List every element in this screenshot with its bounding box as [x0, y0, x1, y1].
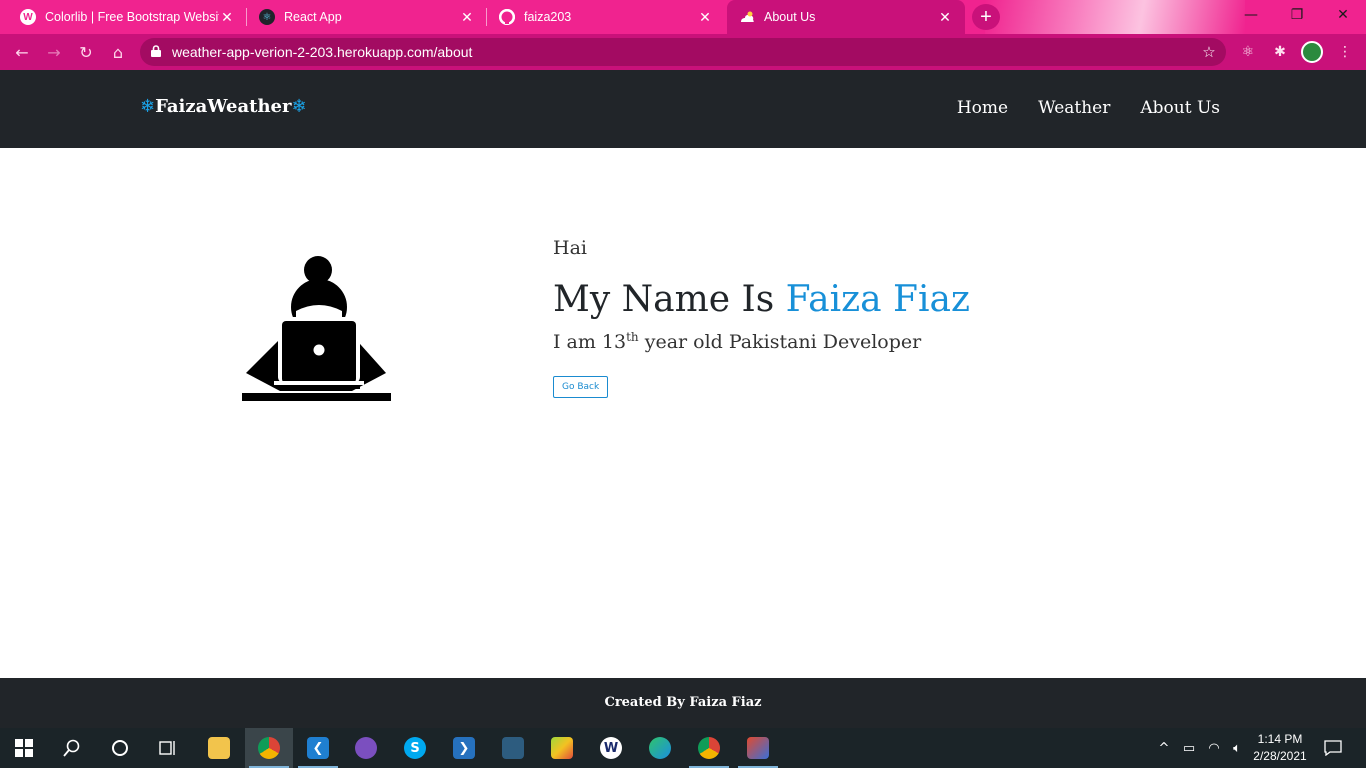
theme-decoration	[985, 0, 1245, 34]
wordpress-icon: W	[20, 9, 36, 25]
browser-toolbar: ← → ↻ ⌂ weather-app-verion-2-203.herokua…	[0, 34, 1366, 70]
powershell-icon: ❯	[453, 737, 475, 759]
volume-icon[interactable]: 🔈︎	[1226, 728, 1248, 768]
go-back-button[interactable]: Go Back	[553, 376, 609, 398]
taskbar-vscode[interactable]: ❮	[294, 728, 342, 768]
taskbar-app-w[interactable]: W	[587, 728, 635, 768]
taskbar-edge[interactable]	[636, 728, 684, 768]
greeting-text: Hai	[553, 237, 587, 259]
developer-illustration	[240, 255, 392, 403]
browser-tab-strip: W Colorlib | Free Bootstrap Website ✕ ⚛ …	[0, 0, 1366, 34]
nav-weather-link[interactable]: Weather	[1038, 98, 1110, 118]
taskbar-github-desktop[interactable]	[342, 728, 390, 768]
bio-ordinal: th	[626, 330, 639, 344]
restore-button[interactable]: ❐	[1274, 0, 1320, 30]
tab-title: faiza203	[524, 10, 572, 24]
app-w-icon: W	[600, 737, 622, 759]
show-hidden-icons-button[interactable]: ^	[1154, 728, 1174, 768]
site-footer: Created By Faiza Fiaz	[0, 678, 1366, 728]
paint-icon	[747, 737, 769, 759]
bio-text: I am 13th year old Pakistani Developer	[553, 328, 1113, 356]
task-view-icon	[159, 741, 175, 755]
brand-name: FaizaWeather	[155, 96, 292, 117]
tab-title: About Us	[764, 10, 816, 24]
close-icon[interactable]: ✕	[459, 9, 475, 26]
cortana-button[interactable]	[96, 728, 144, 768]
edge-icon	[649, 737, 671, 759]
lock-icon[interactable]	[140, 44, 172, 60]
wifi-icon[interactable]: ◠	[1202, 728, 1226, 768]
react-icon: ⚛	[259, 9, 275, 25]
action-center-button[interactable]	[1318, 728, 1348, 768]
back-button[interactable]: ←	[10, 41, 34, 63]
taskbar-skype[interactable]: S	[391, 728, 439, 768]
close-icon[interactable]: ✕	[697, 9, 713, 26]
clock-time: 1:14 PM	[1257, 732, 1303, 746]
menu-dots-icon[interactable]: ⋮	[1334, 42, 1356, 62]
minimize-button[interactable]: —	[1228, 0, 1274, 30]
site-brand[interactable]: ❄ FaizaWeather ❄	[140, 96, 307, 117]
notification-icon	[1324, 740, 1342, 756]
site-menu: Home Weather About Us	[957, 98, 1220, 118]
github-icon	[499, 9, 515, 25]
url-text[interactable]: weather-app-verion-2-203.herokuapp.com/a…	[172, 44, 1192, 60]
mysql-workbench-icon	[502, 737, 524, 759]
site-navbar: ❄ FaizaWeather ❄ Home Weather About Us	[0, 70, 1366, 148]
windows-logo-icon	[15, 739, 33, 757]
home-button[interactable]: ⌂	[106, 41, 130, 63]
bluestacks-icon	[551, 737, 573, 759]
cortana-icon	[112, 740, 128, 756]
taskbar-powershell[interactable]: ❯	[440, 728, 488, 768]
tab-about-us[interactable]: About Us ✕	[727, 0, 965, 34]
file-explorer-icon	[208, 737, 230, 759]
close-icon[interactable]: ✕	[937, 9, 953, 26]
chrome-icon	[258, 737, 280, 759]
taskbar-file-explorer[interactable]	[195, 728, 243, 768]
clock-date: 2/28/2021	[1253, 749, 1307, 763]
about-section: Hai My Name Is Faiza Fiaz I am 13th year…	[553, 236, 1113, 398]
nav-about-link[interactable]: About Us	[1140, 98, 1220, 118]
battery-icon[interactable]: ▭	[1178, 728, 1200, 768]
taskbar-chrome-active[interactable]	[245, 728, 293, 768]
taskbar-paint[interactable]	[734, 728, 782, 768]
tab-title: React App	[284, 10, 342, 24]
github-desktop-icon	[355, 737, 377, 759]
bookmark-star-icon[interactable]: ☆	[1192, 43, 1226, 61]
address-bar[interactable]: weather-app-verion-2-203.herokuapp.com/a…	[140, 38, 1226, 66]
skype-icon: S	[404, 737, 426, 759]
react-devtools-icon[interactable]: ⚛	[1237, 42, 1259, 62]
reload-button[interactable]: ↻	[74, 41, 98, 63]
snowflake-icon: ❄	[291, 96, 307, 117]
system-clock[interactable]: 1:14 PM 2/28/2021	[1248, 731, 1312, 765]
taskbar-bluestacks[interactable]	[538, 728, 586, 768]
bio-suffix: year old Pakistani Developer	[638, 331, 922, 353]
close-window-button[interactable]: ✕	[1320, 0, 1366, 30]
taskbar-chrome[interactable]	[685, 728, 733, 768]
tab-colorlib[interactable]: W Colorlib | Free Bootstrap Website ✕	[8, 0, 247, 34]
forward-button[interactable]: →	[42, 41, 66, 63]
vscode-icon: ❮	[307, 737, 329, 759]
profile-avatar[interactable]	[1301, 41, 1323, 63]
new-tab-button[interactable]: +	[972, 4, 1000, 30]
windows-taskbar: ❮ S ❯ W ^ ▭ ◠ 🔈︎ 1:14 PM 2/28/2021	[0, 728, 1366, 768]
title-prefix: My Name Is	[553, 279, 786, 320]
tab-react-app[interactable]: ⚛ React App ✕	[247, 0, 487, 34]
search-icon	[63, 739, 80, 757]
nav-home-link[interactable]: Home	[957, 98, 1008, 118]
start-button[interactable]	[0, 728, 48, 768]
footer-text: Created By Faiza Fiaz	[604, 695, 762, 710]
search-button[interactable]	[48, 728, 96, 768]
extensions-puzzle-icon[interactable]: ✱	[1269, 42, 1291, 62]
task-view-button[interactable]	[144, 728, 192, 768]
tab-github[interactable]: faiza203 ✕	[487, 0, 725, 34]
bio-prefix: I am 13	[553, 331, 627, 353]
snowflake-icon: ❄	[140, 96, 156, 117]
tab-title: Colorlib | Free Bootstrap Website	[45, 10, 219, 24]
page-title: My Name Is Faiza Fiaz	[553, 278, 1113, 322]
chrome-icon	[698, 737, 720, 759]
weather-app-icon	[739, 9, 755, 25]
close-icon[interactable]: ✕	[219, 9, 235, 26]
author-name: Faiza Fiaz	[785, 279, 970, 320]
taskbar-mysql-workbench[interactable]	[489, 728, 537, 768]
